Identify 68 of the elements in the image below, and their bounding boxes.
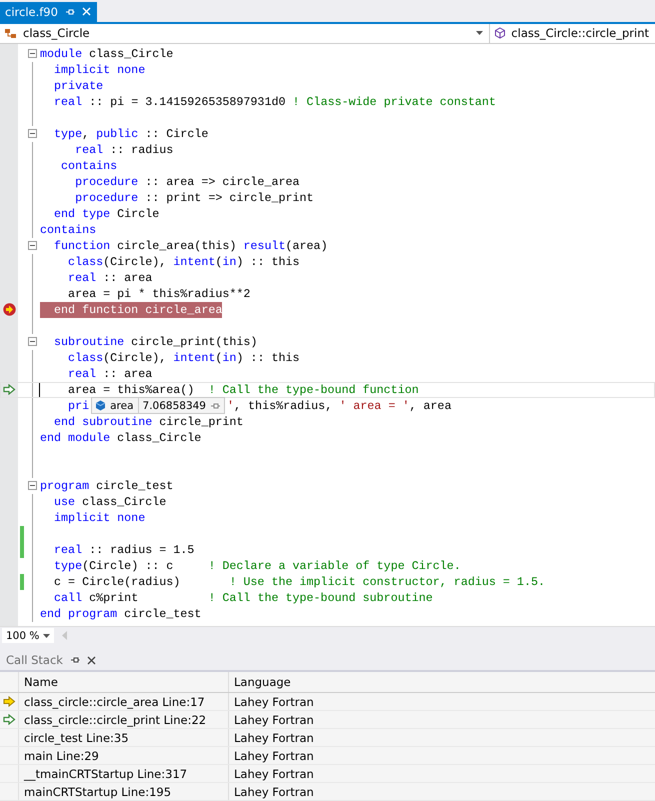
code-line: end type Circle [53,206,160,222]
code-line: real :: radius [74,142,174,158]
table-cell: Lahey Fortran [234,712,314,726]
cube-icon [95,400,106,412]
code-line: procedure :: print => circle_print [74,190,314,206]
arrow-icon [2,714,16,725]
arrow-icon [2,384,16,396]
code-line: type(Circle) :: c ! Declare a variable of type Circle. [53,558,461,574]
table-cell: class_circle::circle_print Line:22 [24,712,206,726]
code-line: real :: radius = 1.5 [53,542,194,558]
table-cell: Lahey Fortran [234,784,314,798]
arrow-icon [2,696,16,707]
code-line: procedure :: area => circle_area [74,174,300,190]
tab-title: circle.f90 [5,4,58,19]
scope-dropdown[interactable]: class_Circle [0,24,490,43]
table-cell: Lahey Fortran [234,694,314,708]
code-line: implicit none [53,510,146,526]
code-line: real :: pi = 3.1415926535897931d0 ! Class-wide private constant [53,94,496,110]
table-cell: Lahey Fortran [234,730,314,744]
code-line: end subroutine circle_print [53,414,244,430]
zoom-dropdown[interactable]: 100 % [2,628,54,644]
code-line: type, public :: Circle [53,126,208,142]
cube-icon [494,27,506,40]
table-cell: circle_test Line:35 [24,730,129,744]
class-icon [4,26,18,40]
variable-name: area [110,398,139,414]
column-header[interactable]: Language [229,675,291,689]
code-line: private [53,78,104,94]
code-line: subroutine circle_print(this) [53,334,258,350]
current-statement-icon [2,303,16,316]
member-dropdown[interactable]: class_Circle::circle_print [490,24,655,43]
column-header[interactable]: Name [19,672,229,692]
table-cell: main Line:29 [24,748,99,762]
code-line: program circle_test [40,478,174,494]
code-line: class(Circle), intent(in) :: this [67,254,300,270]
code-line: contains [60,158,118,174]
code-line: end program circle_test [40,606,202,622]
code-line: call c%print ! Call the type-bound subroutine [53,590,433,606]
collapse-icon[interactable] [28,241,36,250]
code-line: class(Circle), intent(in) :: this [67,350,300,366]
code-line: contains [40,222,96,238]
caret-icon [43,634,50,638]
code-line: real :: area [67,366,152,382]
data-tip[interactable]: area 7.06858349 [91,397,225,414]
code-line: module class_Circle [40,46,174,62]
table-cell: class_circle::circle_area Line:17 [24,694,205,708]
table-cell: Lahey Fortran [234,748,314,762]
code-line: use class_Circle [53,494,166,510]
code-line: area = this%area() ! Call the type-bound function [67,382,419,398]
code-line: c = Circle(radius) ! Use the implicit constructor, radius = 1.5. [53,574,545,590]
tab-title: Call Stack [6,653,63,668]
close-icon[interactable] [86,656,96,665]
code-line: implicit none [53,62,146,78]
collapse-icon[interactable] [28,49,36,58]
table-cell: __tmainCRTStartup Line:317 [24,766,188,780]
caret-icon [476,31,484,36]
variable-value: 7.06858349 [142,398,206,414]
code-line: real :: area [67,270,152,286]
code-line: pri area 7.06858349 ', this%radius, ' area = ', area [67,398,452,414]
code-line: area = pi * this%radius**2 [67,286,250,302]
table-cell: mainCRTStartup Line:195 [24,784,172,798]
code-line: function circle_area(this) result(area) [53,238,328,254]
collapse-icon[interactable] [28,481,36,490]
table-cell: Lahey Fortran [234,766,314,780]
collapse-icon[interactable] [28,129,36,138]
pin-icon[interactable] [70,656,80,664]
collapse-icon[interactable] [28,337,36,346]
code-line: end module class_Circle [40,430,202,446]
